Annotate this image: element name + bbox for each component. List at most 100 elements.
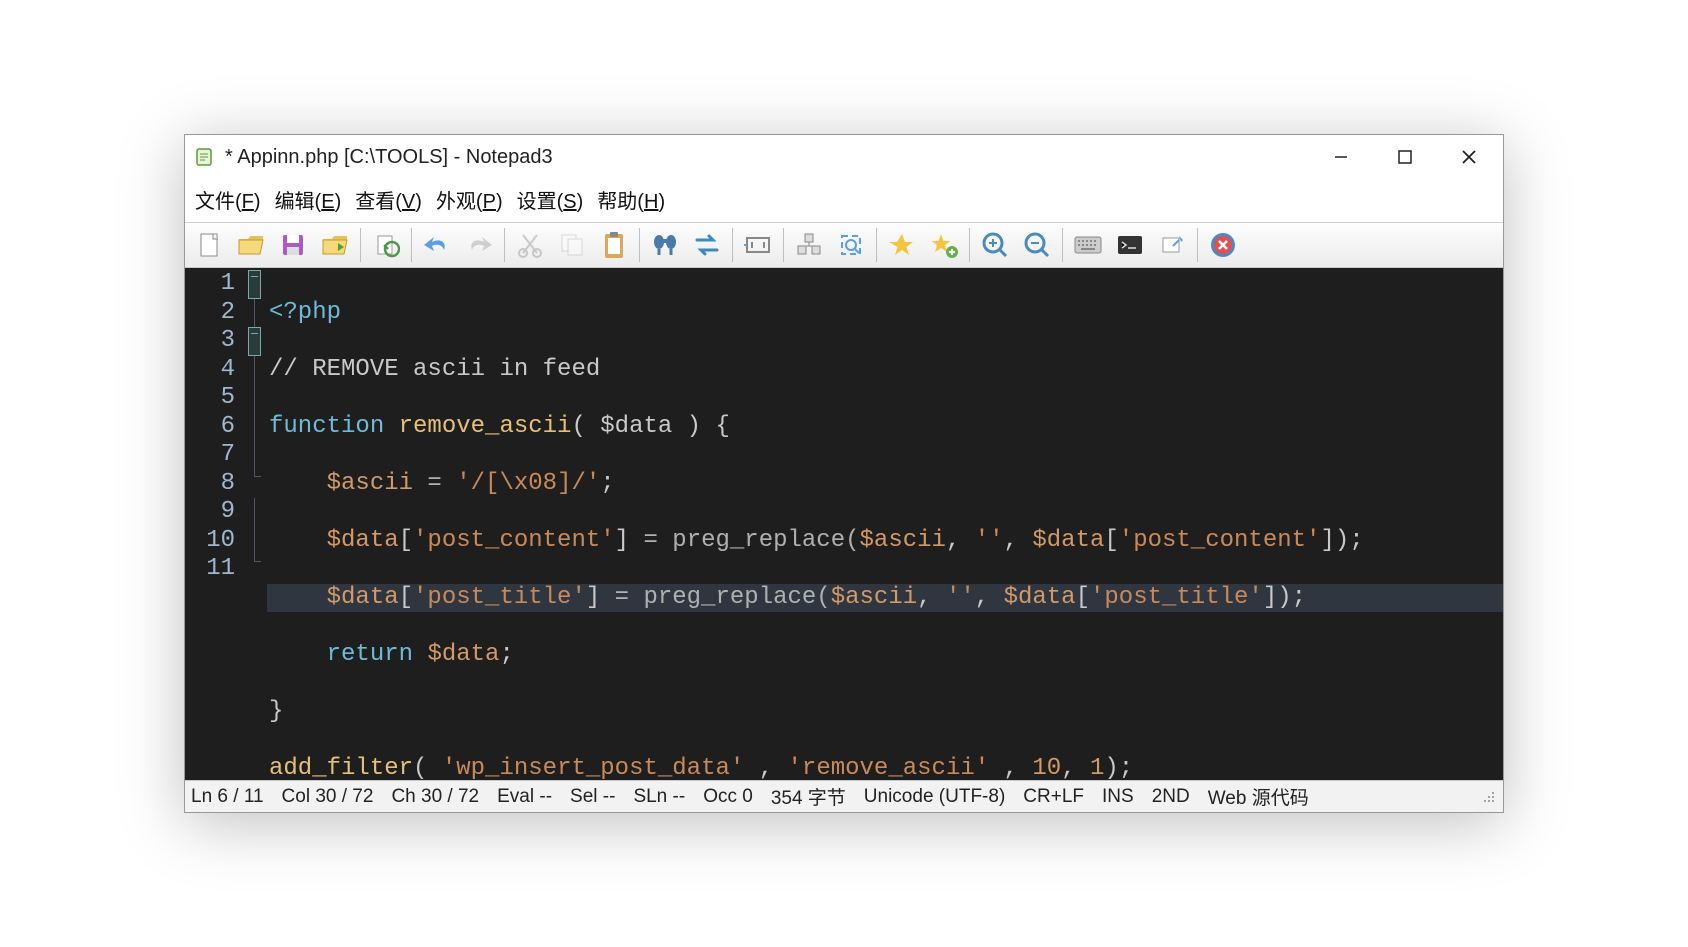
code-token: $data [1032,527,1104,554]
statusbar: Ln 6 / 11 Col 30 / 72 Ch 30 / 72 Eval --… [185,780,1503,812]
line-number: 3 [185,327,235,356]
paste-button[interactable] [594,225,634,265]
close-button[interactable] [1451,139,1487,175]
code-token: ; [600,470,614,497]
menu-settings[interactable]: 设置(S) [513,183,588,216]
status-col[interactable]: Col 30 / 72 [282,786,374,808]
replace-button[interactable] [687,225,727,265]
fold-margin[interactable] [243,268,265,780]
zoom-in-button[interactable] [975,225,1015,265]
word-wrap-button[interactable] [738,225,778,265]
add-favorite-button[interactable] [924,225,964,265]
status-eol[interactable]: CR+LF [1023,786,1084,808]
code-token: '' [946,584,975,611]
code-token: , [1061,755,1090,781]
code-token: 'post_content' [1119,527,1321,554]
code-token: $ascii [860,527,946,554]
new-file-button[interactable] [189,225,229,265]
status-line[interactable]: Ln 6 / 11 [191,786,264,808]
code-token: [ [399,584,413,611]
resize-grip-icon[interactable] [1481,789,1497,805]
line-number: 1 [185,270,235,299]
toolbar-separator [969,228,970,262]
line-number: 6 [185,413,235,442]
code-token: } [269,698,283,725]
line-number: 2 [185,299,235,328]
status-sel: Sel -- [570,786,615,808]
toolbar-separator [360,228,361,262]
undo-button[interactable] [417,225,457,265]
code-token: [ [399,527,413,554]
fold-guide [254,527,255,556]
line-number: 7 [185,441,235,470]
titlebar[interactable]: * Appinn.php [C:\TOOLS] - Notepad3 [185,135,1503,179]
redo-button[interactable] [459,225,499,265]
code-token: $data [327,584,399,611]
app-window: * Appinn.php [C:\TOOLS] - Notepad3 文件(F)… [184,134,1504,813]
status-encoding[interactable]: Unicode (UTF-8) [864,786,1005,808]
window-controls [1323,139,1487,175]
line-number: 9 [185,498,235,527]
code-token: function [269,413,384,440]
status-lang[interactable]: Web 源代码 [1208,783,1309,810]
code-token: $ascii [327,470,413,497]
export-button[interactable] [315,225,355,265]
find-button[interactable] [645,225,685,265]
menubar: 文件(F) 编辑(E) 查看(V) 外观(P) 设置(S) 帮助(H) [185,179,1503,222]
scheme-button[interactable] [789,225,829,265]
copy-button[interactable] [552,225,592,265]
code-token [413,641,427,668]
console-button[interactable] [1110,225,1150,265]
menu-view[interactable]: 查看(V) [351,183,426,216]
cut-button[interactable] [510,225,550,265]
toolbar-separator [732,228,733,262]
toolbar-separator [411,228,412,262]
fold-guide [254,384,255,413]
status-mode[interactable]: 2ND [1152,786,1190,808]
code-token: [ [1104,527,1118,554]
code-token: remove_ascii [399,413,572,440]
code-token: = preg_replace( [600,584,830,611]
code-area[interactable]: <?php // REMOVE ascii in feed function r… [265,268,1503,780]
fullscreen-button[interactable] [831,225,871,265]
status-ins[interactable]: INS [1102,786,1134,808]
code-token: ( $data ) { [571,413,729,440]
fold-guide [254,498,255,527]
revert-button[interactable] [366,225,406,265]
pin-button[interactable] [1152,225,1192,265]
minimize-button[interactable] [1323,139,1359,175]
save-button[interactable] [273,225,313,265]
fold-guide [254,441,255,470]
code-token: '/[\x08]/' [456,470,600,497]
status-char[interactable]: Ch 30 / 72 [391,786,479,808]
code-token: [ [1076,584,1090,611]
line-number: 11 [185,555,235,584]
keyboard-button[interactable] [1068,225,1108,265]
favorite-button[interactable] [882,225,922,265]
open-file-button[interactable] [231,225,271,265]
status-bytes: 354 字节 [771,783,846,810]
exit-button[interactable] [1203,225,1243,265]
toolbar-separator [639,228,640,262]
menu-help[interactable]: 帮助(H) [593,183,669,216]
code-token: , [989,755,1032,781]
code-token: 1 [1090,755,1104,781]
menu-appearance[interactable]: 外观(P) [432,183,507,216]
zoom-out-button[interactable] [1017,225,1057,265]
code-editor[interactable]: 1 2 3 4 5 6 7 8 9 10 11 <?php // REMOVE … [185,268,1503,780]
fold-toggle-icon[interactable] [248,270,261,299]
toolbar-separator [504,228,505,262]
toolbar-separator [876,228,877,262]
code-token: <?php [269,299,341,326]
code-token: $ascii [831,584,917,611]
menu-file[interactable]: 文件(F) [191,183,265,216]
code-token: // REMOVE ascii in feed [269,356,600,383]
line-number: 4 [185,356,235,385]
code-token: , [946,527,975,554]
menu-edit[interactable]: 编辑(E) [271,183,346,216]
fold-toggle-icon[interactable] [248,327,261,356]
code-token: , [975,584,1004,611]
code-token: 'post_title' [1090,584,1263,611]
maximize-button[interactable] [1387,139,1423,175]
line-number: 5 [185,384,235,413]
